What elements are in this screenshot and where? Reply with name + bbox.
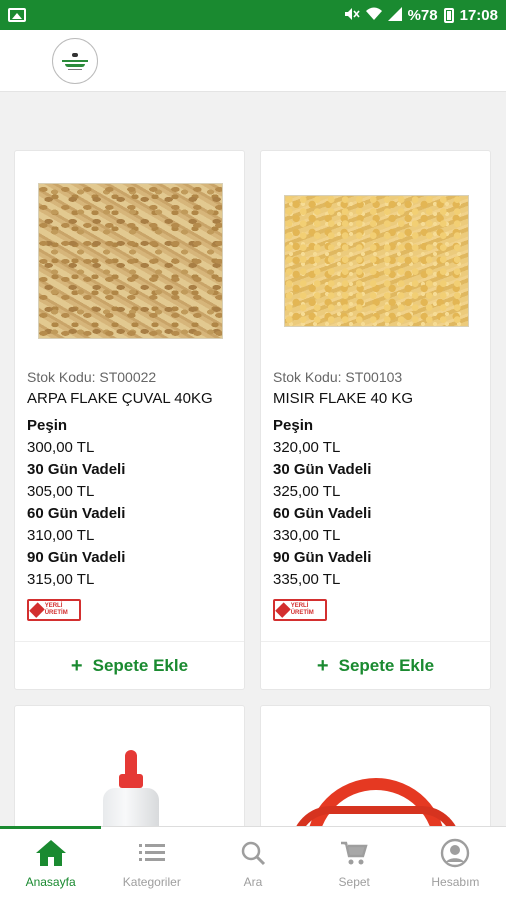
price-label: Peşin xyxy=(273,417,314,434)
price-list: Peşin 320,00 TL 30 Gün Vadeli 325,00 TL … xyxy=(273,415,371,591)
search-icon xyxy=(240,839,266,867)
nav-categories[interactable]: Kategoriler xyxy=(101,827,202,900)
add-to-cart-button[interactable]: + Sepete Ekle xyxy=(261,642,490,690)
battery-percent: %78 xyxy=(407,6,438,24)
nav-account[interactable]: Hesabım xyxy=(405,827,506,900)
product-card[interactable] xyxy=(14,705,245,848)
product-sku: Stok Kodu: ST00103 xyxy=(273,369,403,385)
price-value: 300,00 TL xyxy=(27,439,95,456)
nav-label: Sepet xyxy=(338,874,370,889)
cart-icon xyxy=(340,839,368,867)
nav-search[interactable]: Ara xyxy=(202,827,303,900)
price-value: 305,00 TL xyxy=(27,483,95,500)
price-list: Peşin 300,00 TL 30 Gün Vadeli 305,00 TL … xyxy=(27,415,125,591)
price-label: 90 Gün Vadeli xyxy=(27,549,126,566)
nav-label: Anasayfa xyxy=(25,874,76,889)
price-value: 320,00 TL xyxy=(273,439,341,456)
nav-home[interactable]: Anasayfa xyxy=(0,826,102,900)
badge-text: YERLİ ÜRETİM xyxy=(290,603,314,616)
image-icon xyxy=(8,8,26,22)
home-icon xyxy=(35,839,67,867)
nav-label: Hesabım xyxy=(431,874,480,889)
price-value: 325,00 TL xyxy=(273,483,341,500)
price-label: 30 Gün Vadeli xyxy=(273,461,372,478)
product-card[interactable]: Stok Kodu: ST00103 MISIR FLAKE 40 KG Peş… xyxy=(260,150,491,690)
product-card[interactable]: Stok Kodu: ST00022 ARPA FLAKE ÇUVAL 40KG… xyxy=(14,150,245,690)
product-image[interactable] xyxy=(38,183,223,339)
bottom-navigation: Anasayfa Kategoriler Ara Sepet Hesabım xyxy=(0,826,506,900)
account-icon xyxy=(440,838,470,867)
badge-icon xyxy=(275,602,291,618)
plus-icon: + xyxy=(316,654,329,677)
local-production-badge: YERLİ ÜRETİM xyxy=(27,599,81,621)
status-bar: %78 17:08 xyxy=(0,0,506,30)
price-value: 310,00 TL xyxy=(27,527,95,544)
price-label: 60 Gün Vadeli xyxy=(273,505,372,522)
price-value: 330,00 TL xyxy=(273,527,341,544)
price-label: 60 Gün Vadeli xyxy=(27,505,126,522)
company-logo[interactable] xyxy=(52,38,98,84)
product-name[interactable]: MISIR FLAKE 40 KG xyxy=(273,390,413,407)
list-icon xyxy=(138,839,165,867)
nav-label: Kategoriler xyxy=(122,874,181,889)
wifi-icon xyxy=(365,7,382,24)
add-to-cart-label: Sepete Ekle xyxy=(338,656,435,675)
price-label: 90 Gün Vadeli xyxy=(273,549,372,566)
app-header xyxy=(0,30,506,92)
mute-icon xyxy=(344,7,360,24)
clock: 17:08 xyxy=(459,6,498,24)
signal-icon xyxy=(387,6,402,24)
plus-icon: + xyxy=(70,654,83,677)
product-sku: Stok Kodu: ST00022 xyxy=(27,369,157,385)
nav-label: Ara xyxy=(243,874,263,889)
add-to-cart-button[interactable]: + Sepete Ekle xyxy=(15,642,244,690)
product-card[interactable] xyxy=(260,705,491,848)
price-label: Peşin xyxy=(27,417,68,434)
price-label: 30 Gün Vadeli xyxy=(27,461,126,478)
product-image[interactable] xyxy=(284,195,469,327)
add-to-cart-label: Sepete Ekle xyxy=(92,656,189,675)
nav-cart[interactable]: Sepet xyxy=(304,827,405,900)
badge-text: YERLİ ÜRETİM xyxy=(44,603,68,616)
price-value: 335,00 TL xyxy=(273,571,341,588)
local-production-badge: YERLİ ÜRETİM xyxy=(273,599,327,621)
battery-icon xyxy=(443,7,454,23)
badge-icon xyxy=(29,602,45,618)
product-name[interactable]: ARPA FLAKE ÇUVAL 40KG xyxy=(27,390,213,407)
price-value: 315,00 TL xyxy=(27,571,95,588)
